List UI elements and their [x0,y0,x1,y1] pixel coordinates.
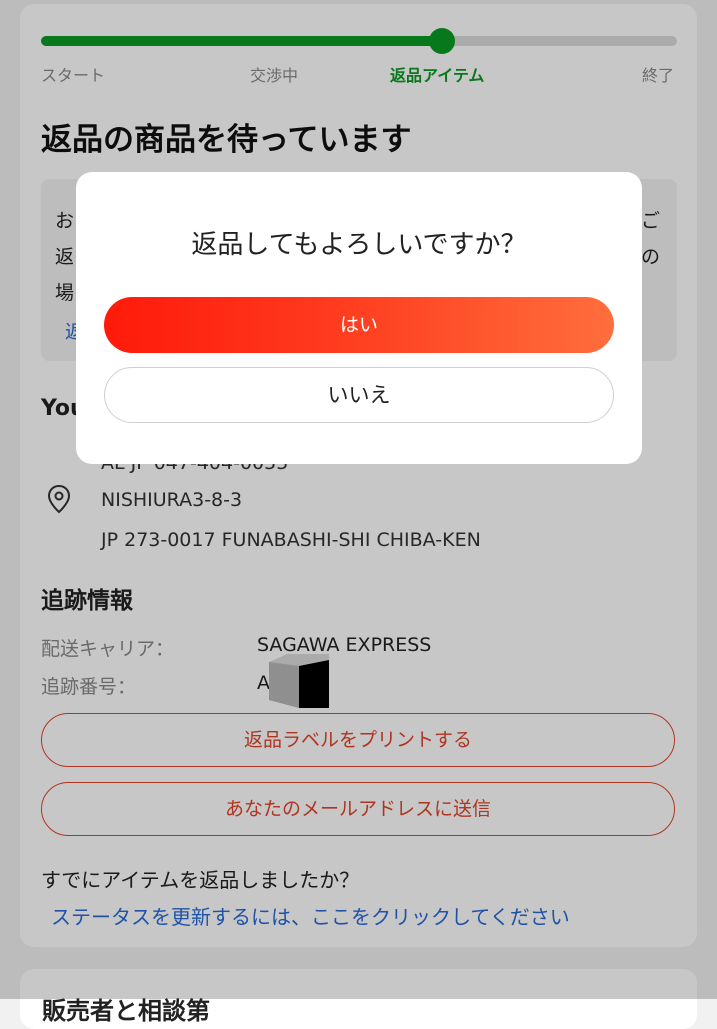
no-button[interactable]: いいえ [104,367,614,423]
confirm-dialog: 返品してもよろしいですか？ はい いいえ [76,172,642,464]
yes-button[interactable]: はい [104,297,614,353]
modal-backdrop[interactable] [0,0,717,999]
dialog-message: 返品してもよろしいですか？ [191,230,527,260]
